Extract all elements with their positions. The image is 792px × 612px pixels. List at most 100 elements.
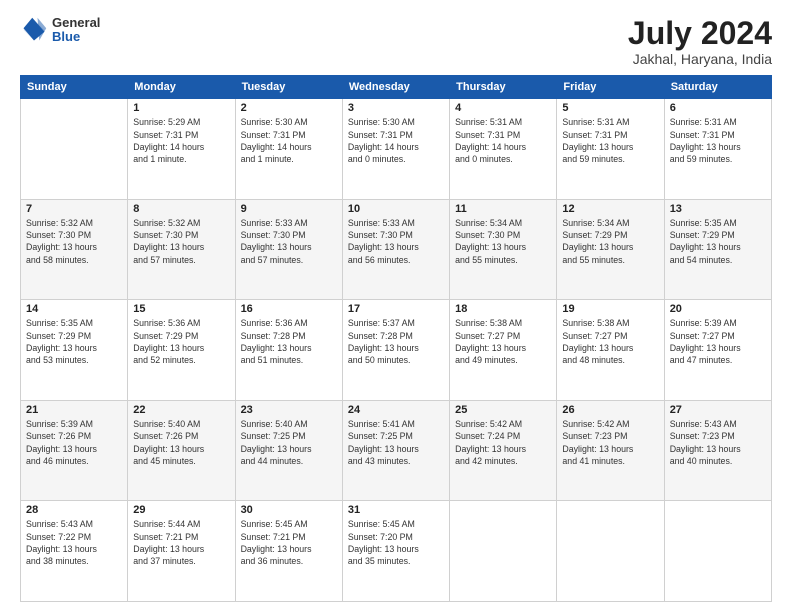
table-cell: 26 Sunrise: 5:42 AMSunset: 7:23 PMDayligh…	[557, 400, 664, 501]
day-info: Sunrise: 5:35 AMSunset: 7:29 PMDaylight:…	[670, 217, 766, 266]
day-info: Sunrise: 5:30 AMSunset: 7:31 PMDaylight:…	[348, 116, 444, 165]
day-number: 1	[133, 102, 229, 114]
day-number: 29	[133, 504, 229, 516]
table-cell: 17 Sunrise: 5:37 AMSunset: 7:28 PMDayligh…	[342, 300, 449, 401]
table-cell: 1 Sunrise: 5:29 AMSunset: 7:31 PMDaylight…	[128, 99, 235, 200]
day-number: 7	[26, 203, 122, 215]
day-info: Sunrise: 5:43 AMSunset: 7:23 PMDaylight:…	[670, 418, 766, 467]
day-info: Sunrise: 5:30 AMSunset: 7:31 PMDaylight:…	[241, 116, 337, 165]
day-number: 22	[133, 404, 229, 416]
table-cell: 9Sunrise: 5:33 AMSunset: 7:30 PMDaylight…	[235, 199, 342, 300]
day-info: Sunrise: 5:32 AMSunset: 7:30 PMDaylight:…	[26, 217, 122, 266]
day-number: 10	[348, 203, 444, 215]
day-number: 20	[670, 303, 766, 315]
day-number: 15	[133, 303, 229, 315]
table-cell: 11 Sunrise: 5:34 AMSunset: 7:30 PMDayligh…	[450, 199, 557, 300]
day-number: 28	[26, 504, 122, 516]
col-wednesday: Wednesday	[342, 76, 449, 99]
table-cell: 29 Sunrise: 5:44 AMSunset: 7:21 PMDayligh…	[128, 501, 235, 602]
day-number: 8	[133, 203, 229, 215]
logo-icon	[20, 16, 48, 44]
day-number: 5	[562, 102, 658, 114]
logo-text: General Blue	[52, 16, 100, 45]
day-number: 2	[241, 102, 337, 114]
table-cell: 27 Sunrise: 5:43 AMSunset: 7:23 PMDayligh…	[664, 400, 771, 501]
table-cell: 23 Sunrise: 5:40 AMSunset: 7:25 PMDayligh…	[235, 400, 342, 501]
logo: General Blue	[20, 16, 100, 45]
day-info: Sunrise: 5:45 AMSunset: 7:21 PMDaylight:…	[241, 518, 337, 567]
day-info: Sunrise: 5:39 AMSunset: 7:26 PMDaylight:…	[26, 418, 122, 467]
table-cell: 24 Sunrise: 5:41 AMSunset: 7:25 PMDayligh…	[342, 400, 449, 501]
day-number: 18	[455, 303, 551, 315]
table-cell: 21Sunrise: 5:39 AMSunset: 7:26 PMDayligh…	[21, 400, 128, 501]
day-number: 23	[241, 404, 337, 416]
table-cell: 3 Sunrise: 5:30 AMSunset: 7:31 PMDaylight…	[342, 99, 449, 200]
table-cell: 28 Sunrise: 5:43 AMSunset: 7:22 PMDayligh…	[21, 501, 128, 602]
day-number: 9	[241, 203, 337, 215]
main-title: July 2024	[628, 16, 772, 51]
table-cell	[557, 501, 664, 602]
day-info: Sunrise: 5:37 AMSunset: 7:28 PMDaylight:…	[348, 317, 444, 366]
table-cell: 4Sunrise: 5:31 AMSunset: 7:31 PMDaylight…	[450, 99, 557, 200]
day-number: 6	[670, 102, 766, 114]
col-monday: Monday	[128, 76, 235, 99]
day-number: 11	[455, 203, 551, 215]
day-number: 3	[348, 102, 444, 114]
day-info: Sunrise: 5:42 AMSunset: 7:23 PMDaylight:…	[562, 418, 658, 467]
col-thursday: Thursday	[450, 76, 557, 99]
table-cell: 22 Sunrise: 5:40 AMSunset: 7:26 PMDayligh…	[128, 400, 235, 501]
week-row-5: 28 Sunrise: 5:43 AMSunset: 7:22 PMDayligh…	[21, 501, 772, 602]
day-info: Sunrise: 5:41 AMSunset: 7:25 PMDaylight:…	[348, 418, 444, 467]
logo-blue-text: Blue	[52, 30, 100, 44]
day-info: Sunrise: 5:36 AMSunset: 7:28 PMDaylight:…	[241, 317, 337, 366]
day-info: Sunrise: 5:29 AMSunset: 7:31 PMDaylight:…	[133, 116, 229, 165]
day-number: 30	[241, 504, 337, 516]
col-saturday: Saturday	[664, 76, 771, 99]
day-info: Sunrise: 5:34 AMSunset: 7:30 PMDaylight:…	[455, 217, 551, 266]
col-tuesday: Tuesday	[235, 76, 342, 99]
day-number: 13	[670, 203, 766, 215]
table-cell: 18Sunrise: 5:38 AMSunset: 7:27 PMDayligh…	[450, 300, 557, 401]
week-row-2: 7 Sunrise: 5:32 AMSunset: 7:30 PMDaylight…	[21, 199, 772, 300]
day-number: 27	[670, 404, 766, 416]
day-info: Sunrise: 5:38 AMSunset: 7:27 PMDaylight:…	[562, 317, 658, 366]
table-cell: 6 Sunrise: 5:31 AMSunset: 7:31 PMDaylight…	[664, 99, 771, 200]
day-number: 25	[455, 404, 551, 416]
logo-general-text: General	[52, 16, 100, 30]
table-cell: 8Sunrise: 5:32 AMSunset: 7:30 PMDaylight…	[128, 199, 235, 300]
day-number: 12	[562, 203, 658, 215]
table-cell	[21, 99, 128, 200]
day-number: 17	[348, 303, 444, 315]
day-info: Sunrise: 5:36 AMSunset: 7:29 PMDaylight:…	[133, 317, 229, 366]
table-cell: 25 Sunrise: 5:42 AMSunset: 7:24 PMDayligh…	[450, 400, 557, 501]
table-cell	[450, 501, 557, 602]
day-info: Sunrise: 5:42 AMSunset: 7:24 PMDaylight:…	[455, 418, 551, 467]
day-number: 31	[348, 504, 444, 516]
table-cell: 13 Sunrise: 5:35 AMSunset: 7:29 PMDayligh…	[664, 199, 771, 300]
table-cell: 31Sunrise: 5:45 AMSunset: 7:20 PMDayligh…	[342, 501, 449, 602]
table-cell: 7 Sunrise: 5:32 AMSunset: 7:30 PMDaylight…	[21, 199, 128, 300]
day-info: Sunrise: 5:33 AMSunset: 7:30 PMDaylight:…	[348, 217, 444, 266]
table-cell: 10 Sunrise: 5:33 AMSunset: 7:30 PMDayligh…	[342, 199, 449, 300]
day-info: Sunrise: 5:31 AMSunset: 7:31 PMDaylight:…	[670, 116, 766, 165]
week-row-1: 1 Sunrise: 5:29 AMSunset: 7:31 PMDaylight…	[21, 99, 772, 200]
calendar-table: Sunday Monday Tuesday Wednesday Thursday…	[20, 75, 772, 602]
table-cell: 14Sunrise: 5:35 AMSunset: 7:29 PMDayligh…	[21, 300, 128, 401]
calendar-header-row: Sunday Monday Tuesday Wednesday Thursday…	[21, 76, 772, 99]
title-block: July 2024 Jakhal, Haryana, India	[628, 16, 772, 67]
week-row-3: 14Sunrise: 5:35 AMSunset: 7:29 PMDayligh…	[21, 300, 772, 401]
table-cell: 5Sunrise: 5:31 AMSunset: 7:31 PMDaylight…	[557, 99, 664, 200]
day-info: Sunrise: 5:35 AMSunset: 7:29 PMDaylight:…	[26, 317, 122, 366]
day-info: Sunrise: 5:43 AMSunset: 7:22 PMDaylight:…	[26, 518, 122, 567]
day-info: Sunrise: 5:44 AMSunset: 7:21 PMDaylight:…	[133, 518, 229, 567]
header: General Blue July 2024 Jakhal, Haryana, …	[20, 16, 772, 67]
day-info: Sunrise: 5:40 AMSunset: 7:25 PMDaylight:…	[241, 418, 337, 467]
subtitle: Jakhal, Haryana, India	[628, 51, 772, 67]
col-friday: Friday	[557, 76, 664, 99]
table-cell: 19Sunrise: 5:38 AMSunset: 7:27 PMDayligh…	[557, 300, 664, 401]
day-number: 24	[348, 404, 444, 416]
day-info: Sunrise: 5:40 AMSunset: 7:26 PMDaylight:…	[133, 418, 229, 467]
day-number: 26	[562, 404, 658, 416]
day-info: Sunrise: 5:39 AMSunset: 7:27 PMDaylight:…	[670, 317, 766, 366]
table-cell: 30 Sunrise: 5:45 AMSunset: 7:21 PMDayligh…	[235, 501, 342, 602]
